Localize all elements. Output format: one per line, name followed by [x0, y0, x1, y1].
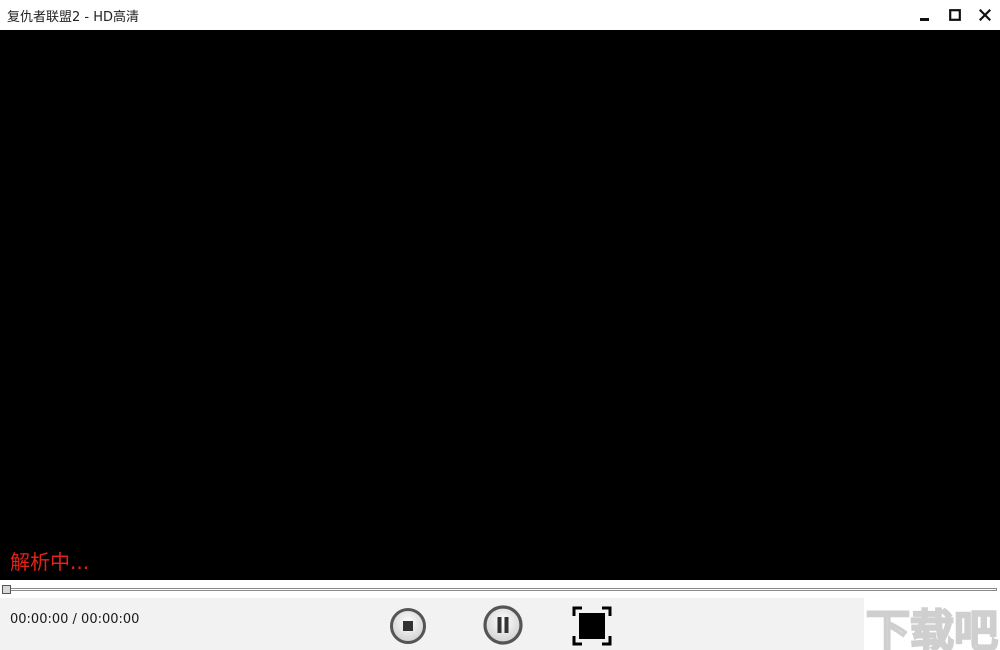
watermark-text: 下载吧 [866, 606, 998, 650]
minimize-icon [920, 18, 929, 21]
maximize-button[interactable] [940, 0, 970, 30]
title-bar: 复仇者联盟2 - HD高清 [0, 0, 1000, 30]
xiazaiba-logo-watermark: 下载吧 [865, 605, 999, 650]
seek-bar[interactable] [0, 580, 1000, 598]
seek-handle[interactable] [2, 585, 11, 594]
fullscreen-button[interactable] [572, 606, 612, 646]
loading-status-text: 解析中... [10, 550, 90, 574]
pause-button[interactable] [482, 604, 524, 646]
maximize-icon [949, 9, 961, 21]
pause-icon [483, 605, 523, 645]
seek-track[interactable] [4, 588, 997, 591]
window-title: 复仇者联盟2 - HD高清 [7, 10, 140, 25]
time-readout: 00:00:00 / 00:00:00 [10, 612, 139, 627]
time-separator: / [68, 612, 82, 627]
watermark-logo: 下载吧 [864, 598, 1000, 650]
control-bar: 00:00:00 / 00:00:00 [0, 598, 1000, 650]
stop-icon [390, 608, 426, 644]
fullscreen-icon [572, 606, 612, 646]
video-area[interactable]: 解析中... [0, 30, 1000, 580]
time-current: 00:00:00 [10, 612, 69, 627]
close-icon [979, 9, 991, 21]
time-total: 00:00:00 [81, 612, 140, 627]
minimize-button[interactable] [910, 0, 940, 30]
close-button[interactable] [970, 0, 1000, 30]
stop-button[interactable] [389, 607, 427, 645]
